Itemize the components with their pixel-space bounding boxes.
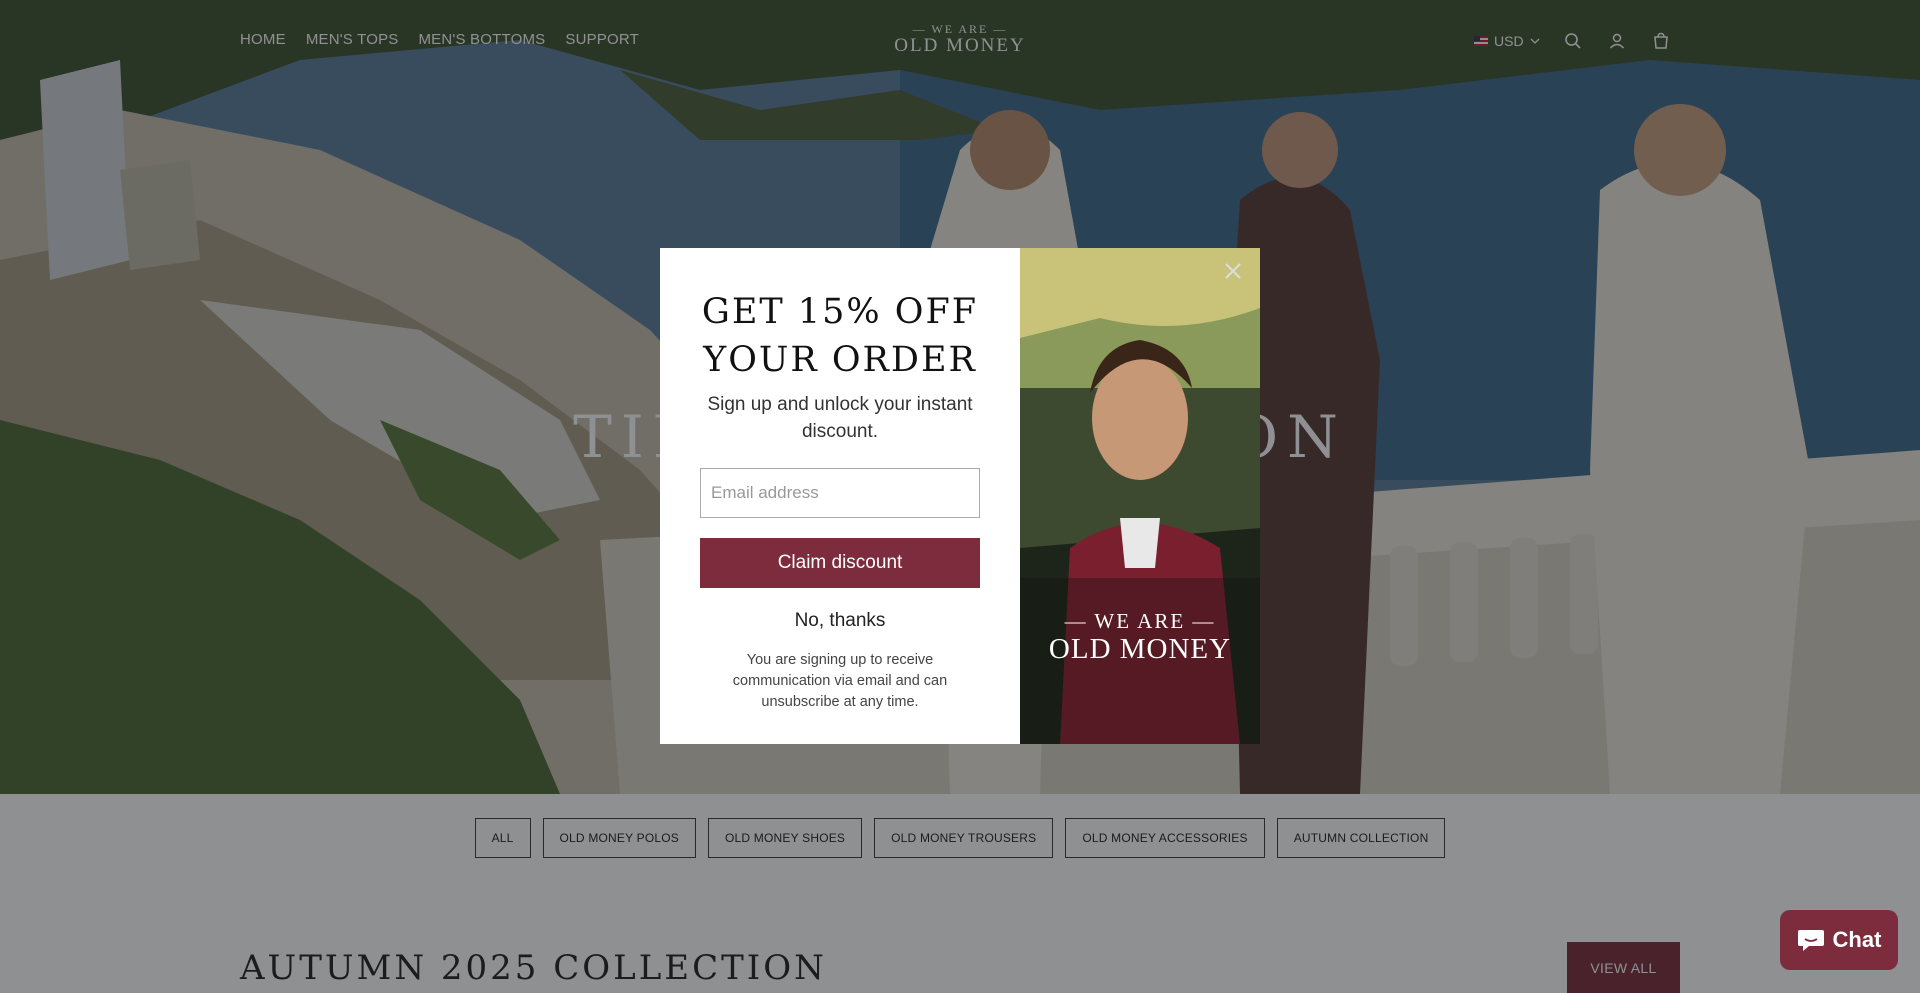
promo-logo-top: — WE ARE — <box>1064 609 1216 633</box>
promo-logo: — WE ARE — OLD MONEY <box>1020 608 1260 664</box>
claim-discount-button[interactable]: Claim discount <box>700 538 980 588</box>
promo-photo <box>1020 248 1260 744</box>
promo-logo-bottom: OLD MONEY <box>1048 633 1232 665</box>
modal-subtitle: Sign up and unlock your instant discount… <box>707 394 973 442</box>
chat-bubble-icon <box>1797 930 1824 951</box>
modal-legal-text: You are signing up to receive communicat… <box>732 652 948 710</box>
email-field[interactable] <box>700 468 980 518</box>
chat-label: Chat <box>1832 927 1882 952</box>
close-icon[interactable] <box>1222 260 1244 282</box>
modal-heading-line1: GET 15% OFF <box>701 292 979 332</box>
chat-button[interactable]: Chat <box>1780 910 1898 970</box>
modal-heading: GET 15% OFF YOUR ORDER <box>660 288 1020 384</box>
discount-modal: GET 15% OFF YOUR ORDER Sign up and unloc… <box>660 248 1260 744</box>
no-thanks-button[interactable]: No, thanks <box>660 610 1020 632</box>
modal-heading-line2: YOUR ORDER <box>703 340 977 380</box>
modal-content: GET 15% OFF YOUR ORDER Sign up and unloc… <box>660 248 1020 744</box>
modal-promo-image: — WE ARE — OLD MONEY <box>1020 248 1260 744</box>
